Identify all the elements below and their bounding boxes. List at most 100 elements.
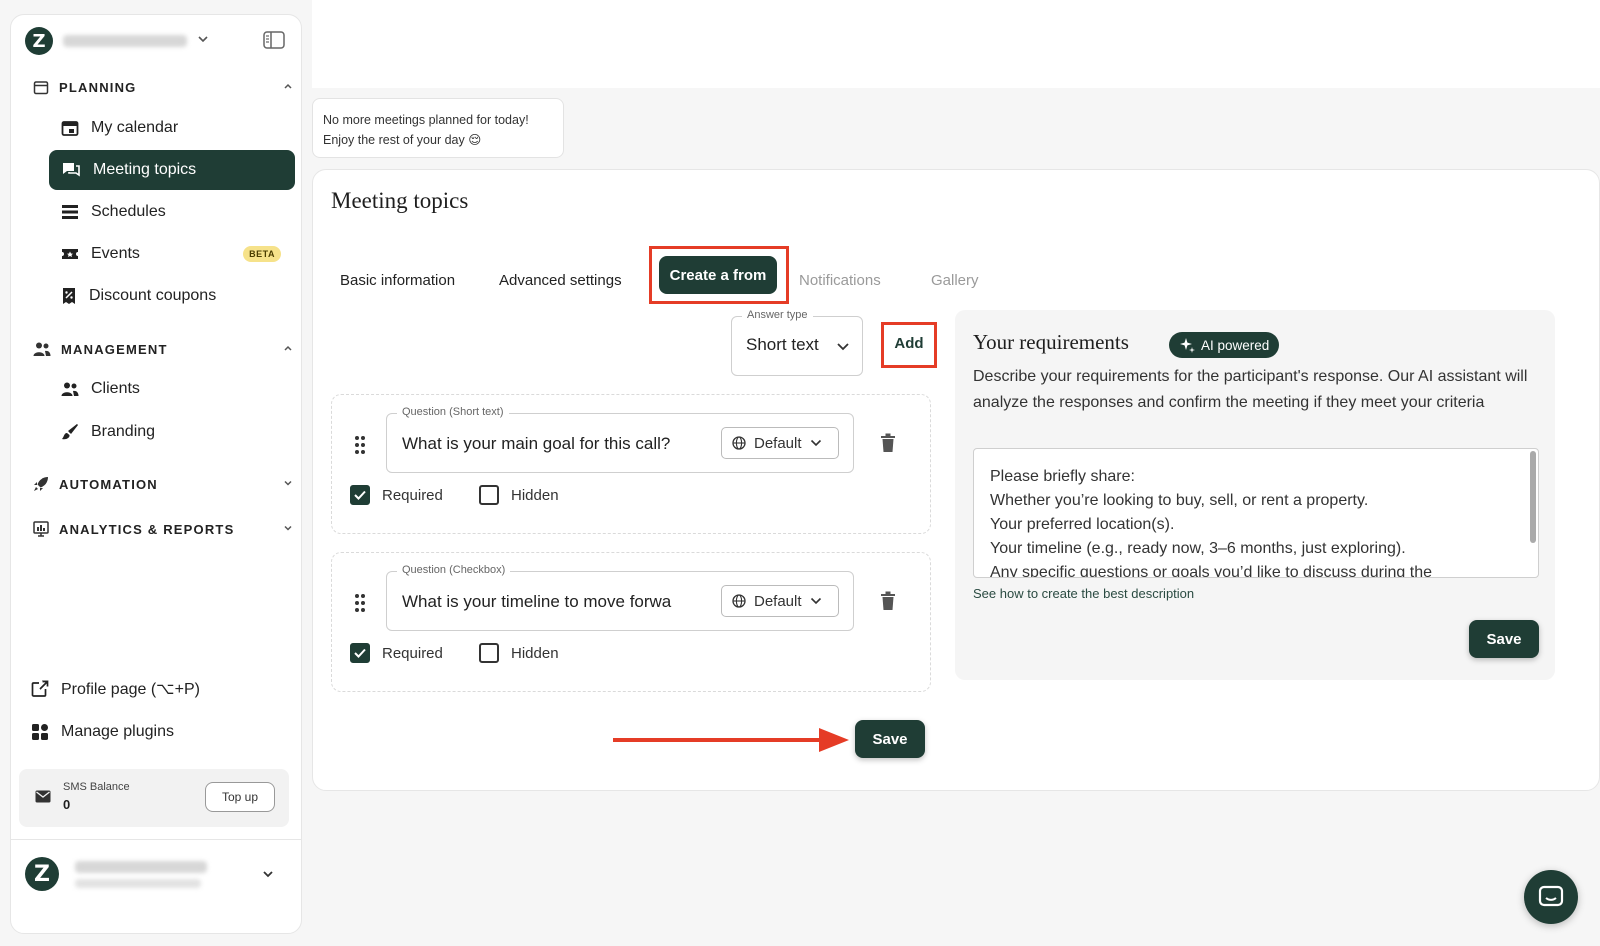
language-select[interactable]: Default bbox=[721, 427, 839, 459]
chevron-down-icon bbox=[197, 33, 209, 45]
sidebar: Z PLANNING My calendar Meeting topics Sc… bbox=[10, 14, 302, 934]
sidebar-item-clients[interactable]: Clients bbox=[49, 369, 295, 409]
page-title: Meeting topics bbox=[331, 188, 469, 213]
tab-notifications[interactable]: Notifications bbox=[799, 272, 881, 289]
section-planning[interactable]: PLANNING bbox=[33, 79, 293, 95]
sidebar-item-branding[interactable]: Branding bbox=[49, 412, 295, 452]
save-form-button[interactable]: Save bbox=[855, 720, 925, 758]
language-select-value: Default bbox=[754, 592, 802, 610]
globe-icon bbox=[732, 594, 746, 608]
required-checkbox[interactable]: Required bbox=[350, 643, 443, 663]
user-avatar: Z bbox=[25, 857, 59, 891]
required-label: Required bbox=[382, 644, 443, 662]
workspace-switcher[interactable]: Z bbox=[11, 15, 301, 69]
requirements-textarea[interactable]: Please briefly share: Whether you’re loo… bbox=[973, 448, 1539, 578]
section-automation[interactable]: AUTOMATION bbox=[33, 476, 293, 492]
textarea-line: Please briefly share: bbox=[990, 468, 1135, 485]
chevron-down-icon bbox=[810, 596, 822, 606]
brush-icon bbox=[61, 423, 79, 441]
sidebar-item-label: Discount coupons bbox=[89, 287, 217, 304]
manage-plugins-link[interactable]: Manage plugins bbox=[31, 723, 174, 741]
sidebar-item-discount-coupons[interactable]: Discount coupons bbox=[49, 276, 295, 316]
add-question-button[interactable]: Add bbox=[885, 326, 933, 360]
coupon-icon bbox=[61, 287, 77, 305]
tab-gallery[interactable]: Gallery bbox=[931, 272, 979, 289]
required-label: Required bbox=[382, 486, 443, 504]
profile-page-link[interactable]: Profile page (⌥+P) bbox=[31, 679, 200, 699]
drag-handle-icon[interactable] bbox=[354, 435, 366, 455]
checkbox-checked-icon bbox=[350, 643, 370, 663]
requirements-title: Your requirements bbox=[973, 330, 1129, 354]
sms-balance-value: 0 bbox=[63, 797, 71, 812]
section-planning-label: PLANNING bbox=[59, 79, 137, 95]
chat-support-button[interactable] bbox=[1524, 870, 1578, 924]
hidden-checkbox[interactable]: Hidden bbox=[479, 643, 559, 663]
requirements-panel: Your requirements AI powered Describe yo… bbox=[955, 310, 1555, 680]
section-management[interactable]: MANAGEMENT bbox=[33, 341, 293, 357]
sidebar-item-label: Meeting topics bbox=[93, 161, 197, 178]
question-card: Question (Checkbox) What is your timelin… bbox=[331, 552, 931, 692]
sms-balance-panel: SMS Balance 0 Top up bbox=[19, 769, 289, 827]
language-select[interactable]: Default bbox=[721, 585, 839, 617]
best-description-link[interactable]: See how to create the best description bbox=[973, 586, 1194, 601]
drag-handle-icon[interactable] bbox=[354, 593, 366, 613]
users-icon bbox=[61, 381, 79, 397]
red-arrow-annotation bbox=[613, 726, 853, 754]
hidden-label: Hidden bbox=[511, 644, 559, 662]
sidebar-item-my-calendar[interactable]: My calendar bbox=[49, 108, 295, 148]
ai-powered-label: AI powered bbox=[1201, 337, 1270, 353]
checkbox-unchecked-icon bbox=[479, 485, 499, 505]
sidebar-item-label: Schedules bbox=[91, 203, 166, 220]
external-link-icon bbox=[31, 680, 49, 698]
calendar-icon bbox=[33, 79, 49, 95]
calendar-day-icon bbox=[61, 119, 79, 137]
chevron-down-icon bbox=[810, 438, 822, 448]
collapse-sidebar-icon[interactable] bbox=[263, 31, 285, 49]
answer-type-select[interactable]: Answer type Short text bbox=[731, 309, 863, 376]
chevron-down-icon bbox=[261, 867, 275, 881]
trash-icon[interactable] bbox=[880, 591, 896, 611]
sidebar-item-events[interactable]: Events BETA bbox=[49, 234, 295, 274]
user-menu[interactable]: Z bbox=[11, 841, 301, 933]
manage-plugins-label: Manage plugins bbox=[61, 723, 174, 740]
user-name-redacted bbox=[75, 861, 207, 873]
meeting-topic-card: Meeting topics Basic information Advance… bbox=[312, 169, 1600, 791]
answer-type-value: Short text bbox=[746, 335, 819, 354]
textarea-line: Any specific questions or goals you’d li… bbox=[990, 564, 1433, 578]
trash-icon[interactable] bbox=[880, 433, 896, 453]
chevron-up-icon bbox=[283, 81, 293, 94]
hidden-checkbox[interactable]: Hidden bbox=[479, 485, 559, 505]
sidebar-item-label: Branding bbox=[91, 423, 156, 440]
required-checkbox[interactable]: Required bbox=[350, 485, 443, 505]
sparkle-icon bbox=[1179, 337, 1195, 353]
top-up-button[interactable]: Top up bbox=[205, 782, 275, 812]
ai-powered-badge: AI powered bbox=[1169, 332, 1280, 358]
section-analytics-label: ANALYTICS & REPORTS bbox=[59, 521, 235, 537]
tab-create-form[interactable]: Create a from bbox=[659, 256, 777, 294]
sidebar-item-meeting-topics[interactable]: Meeting topics bbox=[49, 150, 295, 190]
textarea-scrollbar[interactable] bbox=[1530, 451, 1536, 543]
sidebar-item-schedules[interactable]: Schedules bbox=[49, 192, 295, 232]
workspace-name-redacted bbox=[63, 35, 187, 47]
question-card: Question (Short text) What is your main … bbox=[331, 394, 931, 534]
toast-line-2: Enjoy the rest of your day 😌 bbox=[323, 133, 482, 147]
chat-icon bbox=[1538, 885, 1564, 909]
section-analytics-reports[interactable]: ANALYTICS & REPORTS bbox=[33, 521, 293, 537]
sms-balance-label: SMS Balance bbox=[63, 781, 130, 793]
toast-line-1: No more meetings planned for today! bbox=[323, 113, 529, 127]
ticket-icon bbox=[61, 246, 79, 262]
answer-type-legend: Answer type bbox=[742, 309, 813, 321]
chevron-down-icon bbox=[283, 478, 293, 491]
section-automation-label: AUTOMATION bbox=[59, 476, 158, 492]
no-meetings-toast: No more meetings planned for today! Enjo… bbox=[312, 98, 564, 158]
tab-advanced-settings[interactable]: Advanced settings bbox=[499, 272, 622, 289]
question-input[interactable]: Question (Checkbox) What is your timelin… bbox=[386, 564, 854, 631]
chevron-down-icon bbox=[836, 341, 850, 353]
profile-page-label: Profile page (⌥+P) bbox=[61, 681, 200, 698]
tab-basic-information[interactable]: Basic information bbox=[340, 272, 455, 289]
beta-badge: BETA bbox=[243, 246, 281, 262]
textarea-line: Your timeline (e.g., ready now, 3–6 mont… bbox=[990, 540, 1406, 557]
save-requirements-button[interactable]: Save bbox=[1469, 620, 1539, 658]
question-text: What is your main goal for this call? bbox=[402, 434, 671, 453]
question-input[interactable]: Question (Short text) What is your main … bbox=[386, 406, 854, 473]
